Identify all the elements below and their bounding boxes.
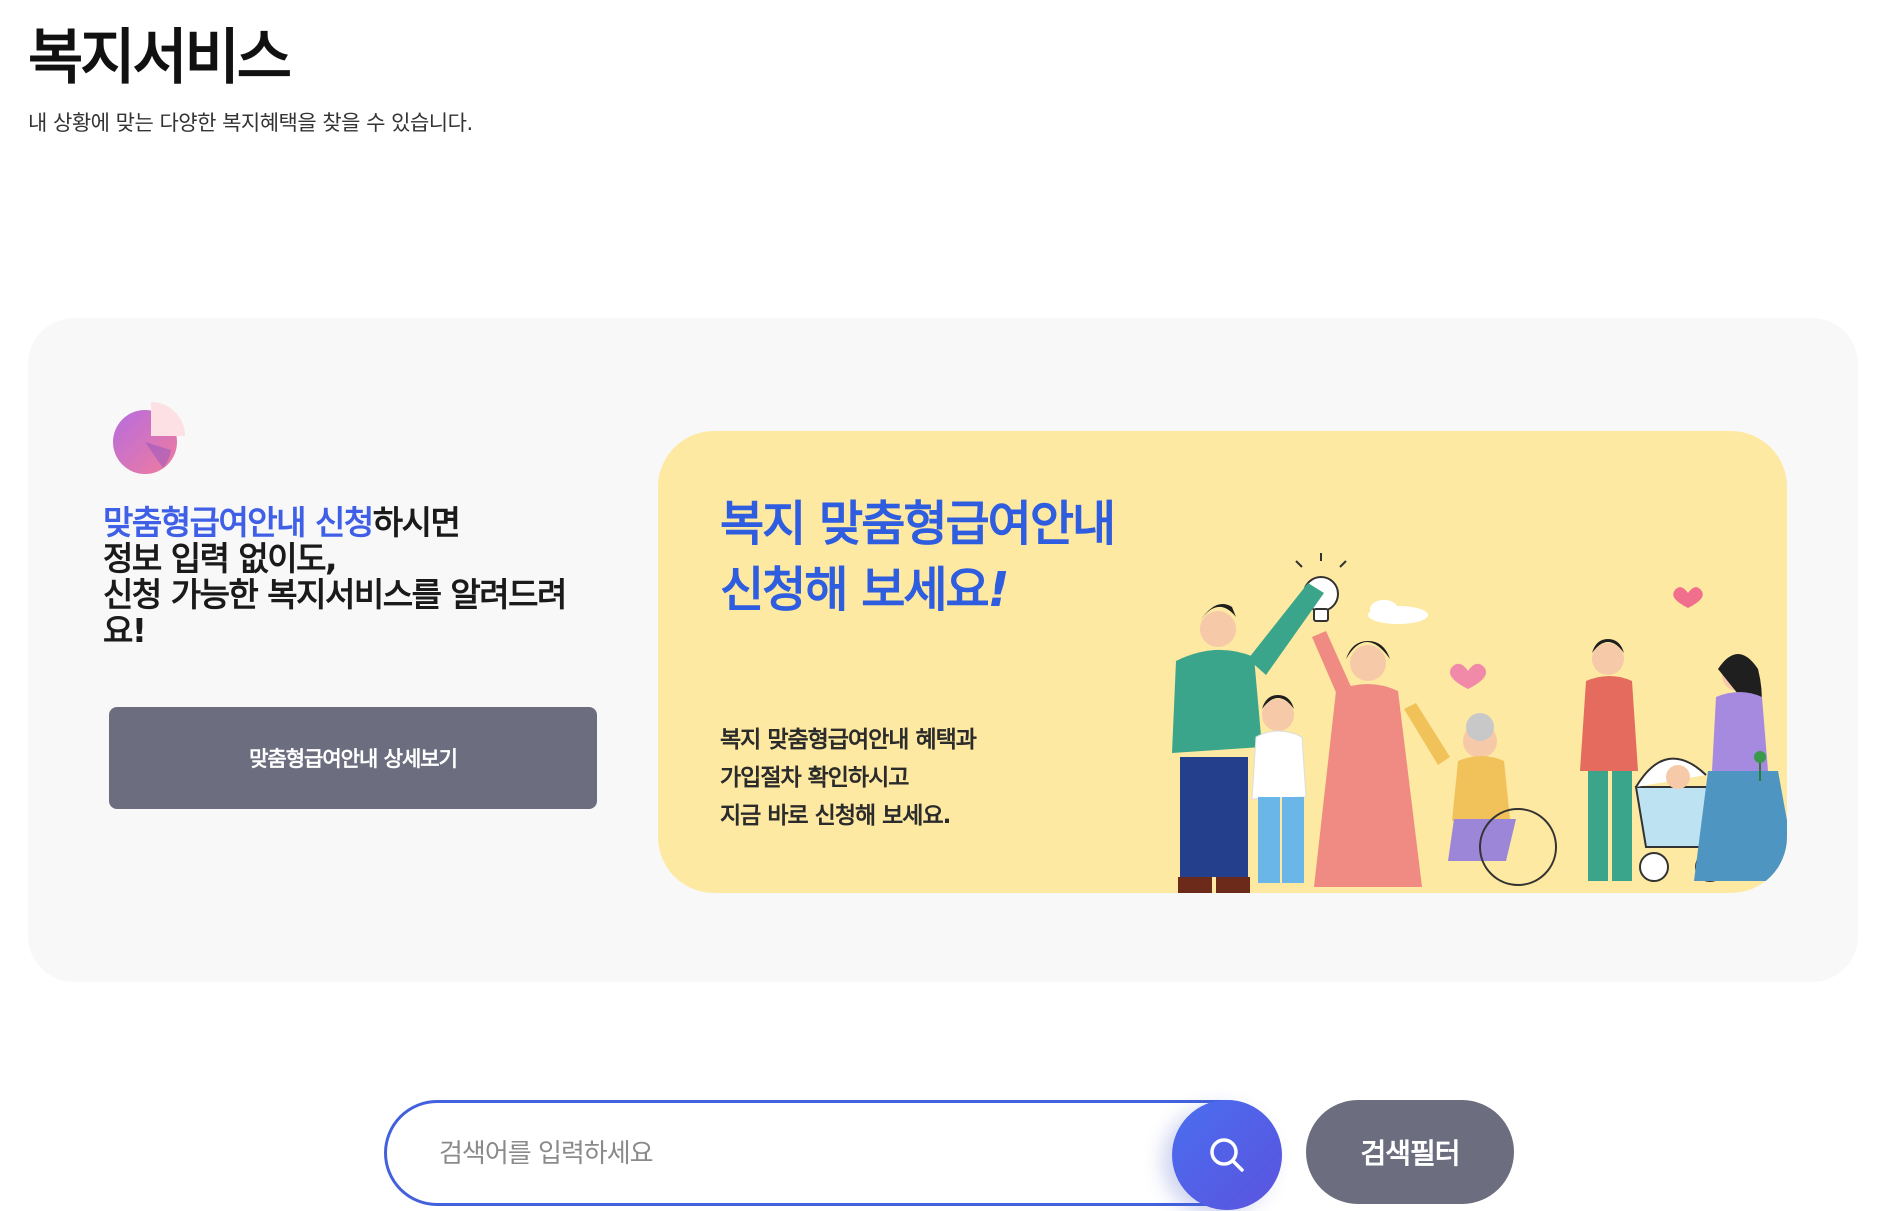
promo-line-1: 맞춤형급여안내 신청하시면 [103, 505, 623, 541]
grandma-figure [1404, 703, 1557, 886]
search-button[interactable] [1172, 1100, 1282, 1210]
detail-button[interactable]: 맞춤형급여안내 상세보기 [109, 707, 597, 809]
custom-benefit-panel: 맞춤형급여안내 신청하시면 정보 입력 없이도, 신청 가능한 복지서비스를 알… [28, 318, 1858, 982]
banner-body-line-2: 가입절차 확인하시고 [720, 765, 909, 791]
promo-line-3: 신청 가능한 복지서비스를 알려드려 [103, 575, 567, 614]
promo-line-2: 정보 입력 없이도, [103, 539, 338, 578]
banner-headline: 복지 맞춤형급여안내 신청해 보세요! [720, 491, 1116, 623]
promo-text: 맞춤형급여안내 신청하시면 정보 입력 없이도, 신청 가능한 복지서비스를 알… [103, 505, 623, 649]
page-subtitle: 내 상황에 맞는 다양한 복지혜택을 찾을 수 있습니다. [28, 111, 473, 135]
search-filter-button[interactable]: 검색필터 [1306, 1100, 1514, 1204]
man-figure [1580, 639, 1638, 881]
search-box [384, 1100, 1280, 1206]
banner-body-line-1: 복지 맞춤형급여안내 혜택과 [720, 727, 977, 753]
banner-headline-line-1: 복지 맞춤형급여안내 [720, 496, 1116, 552]
promo-line-1-rest: 하시면 [372, 503, 461, 542]
promo-highlight: 맞춤형급여안내 신청 [103, 503, 374, 542]
banner-headline-exclamation: ! [987, 562, 1010, 618]
search-input[interactable] [437, 1123, 1121, 1185]
page-title: 복지서비스 [28, 23, 292, 93]
child-figure [1251, 695, 1307, 883]
mother-figure [1312, 631, 1422, 887]
banner-headline-line-2-text: 신청해 보세요 [720, 562, 990, 618]
promo-line-4: 요! [103, 611, 147, 650]
promo-banner[interactable]: 복지 맞춤형급여안내 신청해 보세요! 복지 맞춤형급여안내 혜택과 가입절차 … [658, 431, 1787, 893]
pie-chart-icon [113, 402, 185, 474]
woman-figure [1694, 654, 1787, 881]
banner-body: 복지 맞춤형급여안내 혜택과 가입절차 확인하시고 지금 바로 신청해 보세요. [720, 721, 977, 835]
banner-body-line-3: 지금 바로 신청해 보세요. [720, 803, 951, 829]
banner-headline-line-2: 신청해 보세요! [720, 557, 1114, 623]
search-icon [1210, 1138, 1244, 1172]
family-illustration [1172, 553, 1787, 893]
